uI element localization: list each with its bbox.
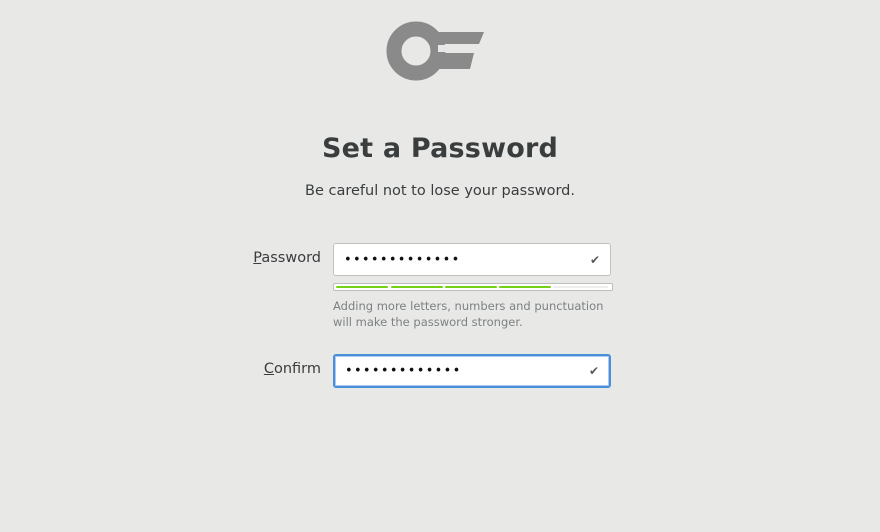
strength-segment (553, 286, 608, 288)
confirm-label-mnemonic: C (263, 361, 274, 377)
strength-segment (391, 286, 443, 288)
password-label-text: assword (261, 250, 321, 266)
password-strength-bar (333, 283, 613, 291)
key-icon (386, 21, 484, 81)
strength-segment (499, 286, 551, 288)
confirm-label-text: onfirm (273, 361, 321, 377)
checkmark-icon: ✔ (589, 252, 600, 267)
confirm-label: Confirm (264, 361, 321, 377)
password-hint: Adding more letters, numbers and punctua… (333, 299, 604, 329)
strength-segment (336, 286, 388, 288)
checkmark-icon: ✔ (588, 364, 599, 378)
password-input[interactable]: ••••••••••••• ✔ (333, 243, 611, 276)
page-title: Set a Password (321, 133, 559, 164)
password-label: Password (253, 250, 321, 266)
page-subtitle: Be careful not to lose your password. (305, 183, 575, 199)
confirm-password-input[interactable]: ••••••••••••• ✔ (333, 354, 611, 388)
confirm-value: ••••••••••••• (345, 363, 462, 379)
password-value: ••••••••••••• (344, 252, 461, 267)
strength-segment (445, 286, 497, 288)
password-setup-page: Set a Password Be careful not to lose yo… (0, 0, 880, 532)
